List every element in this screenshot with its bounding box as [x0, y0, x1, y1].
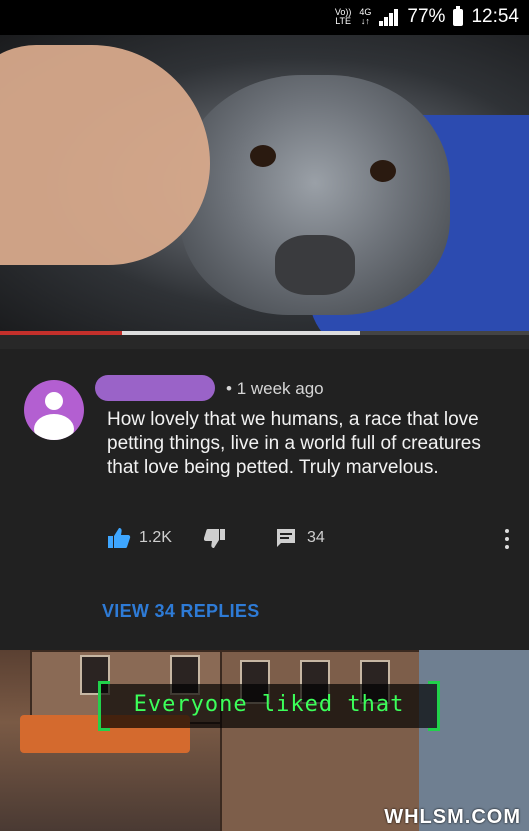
comment-timestamp: • 1 week ago — [226, 379, 324, 398]
building-right — [419, 650, 529, 831]
bat-nose — [275, 235, 355, 295]
bat-eye-right — [370, 160, 396, 182]
status-bar: Vo)) LTE 4G ↓↑ 77% 12:54 — [0, 0, 529, 35]
dislike-button[interactable] — [204, 527, 226, 549]
section-divider — [0, 335, 529, 349]
signal-icon — [379, 8, 399, 26]
reply-count: 34 — [307, 529, 325, 546]
comment-icon — [277, 529, 295, 547]
thumbs-down-icon — [204, 529, 225, 548]
redacted-username — [95, 375, 215, 401]
bat-eye-left — [250, 145, 276, 167]
avatar[interactable] — [24, 380, 84, 440]
watermark: WHLSM.COM — [384, 806, 521, 828]
thumbs-up-icon — [108, 528, 131, 548]
avatar-body — [34, 414, 74, 440]
network-indicator: 4G ↓↑ — [359, 8, 371, 26]
video-player[interactable] — [0, 35, 529, 335]
battery-percent: 77% — [407, 6, 446, 27]
data-arrows-icon: ↓↑ — [360, 16, 370, 26]
avatar-head — [45, 392, 63, 410]
notification-box: Everyone liked that — [98, 681, 440, 731]
battery-icon — [453, 5, 464, 26]
comment-text: How lovely that we humans, a race that l… — [107, 409, 481, 478]
like-count: 1.2K — [139, 529, 172, 546]
volte-indicator: Vo)) LTE — [335, 8, 352, 26]
lte-label: LTE — [335, 16, 352, 26]
more-options-icon[interactable] — [505, 529, 511, 549]
clock: 12:54 — [471, 6, 519, 27]
status-icons: Vo)) LTE 4G ↓↑ 77% 12:54 — [335, 5, 519, 28]
view-replies-link[interactable]: VIEW 34 REPLIES — [102, 601, 260, 622]
like-button[interactable]: 1.2K — [107, 527, 172, 549]
reply-button[interactable]: 34 — [275, 527, 325, 549]
notification-text: Everyone liked that — [133, 692, 405, 717]
comment-actions: 1.2K 34 — [107, 527, 527, 553]
timestamp-text: 1 week ago — [236, 379, 324, 398]
game-screenshot: Everyone liked that WHLSM.COM — [0, 650, 529, 831]
hand-image — [0, 45, 210, 265]
comment-section: • 1 week ago How lovely that we humans, … — [0, 335, 529, 650]
